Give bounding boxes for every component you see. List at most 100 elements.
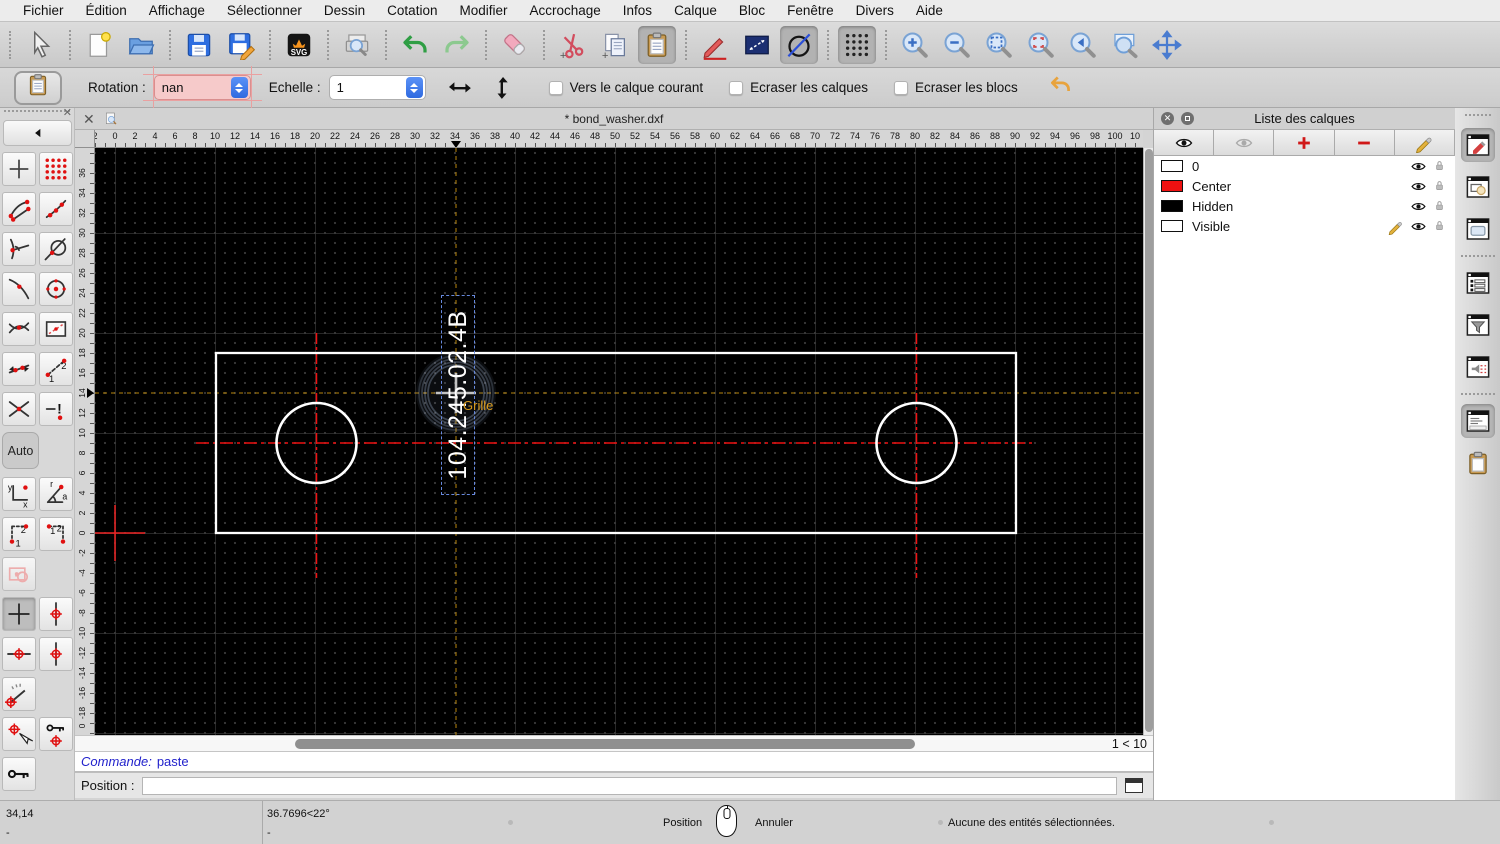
options-undo-button[interactable] (1048, 72, 1074, 103)
print-preview-button[interactable] (338, 26, 376, 64)
scrollbar-thumb[interactable] (1145, 149, 1153, 732)
snap-middle-button[interactable] (2, 272, 36, 306)
menu-divers[interactable]: Divers (845, 0, 905, 22)
crosshair-horizontal-button[interactable] (2, 637, 36, 671)
new-file-button[interactable] (80, 26, 118, 64)
snap-endpoint-button[interactable] (2, 192, 36, 226)
snap-reference-box-button[interactable] (39, 312, 73, 346)
move-reference-button[interactable] (2, 717, 36, 751)
dock-block-items-button[interactable] (1461, 266, 1495, 300)
snap-perpendicular-button[interactable] (2, 232, 36, 266)
snap-distance-button[interactable]: 12 (39, 352, 73, 386)
menu-affichage[interactable]: Affichage (138, 0, 216, 22)
paste-options-button[interactable] (14, 70, 62, 105)
menu-cotation[interactable]: Cotation (376, 0, 448, 22)
flip-horizontal-button[interactable] (442, 71, 478, 105)
open-file-button[interactable] (122, 26, 160, 64)
pasted-text-entity[interactable]: 104.245.02.4B (441, 295, 475, 495)
layer-row-center[interactable]: Center (1154, 176, 1455, 196)
edit-pencil-icon[interactable] (1387, 218, 1404, 235)
scale-combobox[interactable] (328, 75, 426, 100)
zoom-auto-button[interactable] (980, 26, 1018, 64)
layer-lock-icon[interactable] (1433, 218, 1447, 234)
crosshair-full-button[interactable] (39, 597, 73, 631)
save-file-button[interactable] (180, 26, 218, 64)
coords-cartesian-button[interactable]: yx (2, 477, 36, 511)
snap-tangent-button[interactable] (39, 232, 73, 266)
drawing-canvas[interactable]: 104.245.02.4B Grille (95, 148, 1143, 735)
menu-bloc[interactable]: Bloc (728, 0, 776, 22)
zoom-redraw-button[interactable] (1022, 26, 1060, 64)
rotation-combobox[interactable] (142, 66, 262, 109)
snap-auto-button[interactable]: Auto (2, 432, 39, 469)
zoom-window-button[interactable] (1106, 26, 1144, 64)
layer-visibility-icon[interactable] (1410, 218, 1427, 235)
crosshair-vertical-button[interactable] (39, 637, 73, 671)
dock-library-button[interactable] (1461, 212, 1495, 246)
flip-vertical-button[interactable] (484, 71, 520, 105)
layer-lock-icon[interactable] (1433, 198, 1447, 214)
layer-row-0[interactable]: 0 (1154, 156, 1455, 176)
layer-row-visible[interactable]: Visible (1154, 216, 1455, 236)
coords-polar-button[interactable]: ra (39, 477, 73, 511)
dock-hatch-button[interactable] (1461, 350, 1495, 384)
layer-visibility-icon[interactable] (1410, 158, 1427, 175)
remove-layer-button[interactable] (1335, 130, 1395, 155)
draw-pencil-button[interactable] (696, 26, 734, 64)
show-all-layers-button[interactable] (1154, 130, 1215, 155)
selection-preview-button[interactable] (2, 557, 36, 591)
horizontal-scrollbar[interactable]: 1 < 10 (75, 735, 1153, 752)
layer-lock-icon[interactable] (1433, 158, 1447, 174)
measure-distance-button[interactable] (738, 26, 776, 64)
menu-edition[interactable]: Édition (75, 0, 138, 22)
export-svg-button[interactable]: SVG (280, 26, 318, 64)
corner-snap-2-button[interactable]: 12 (39, 517, 73, 551)
scrollbar-thumb[interactable] (295, 739, 915, 749)
layer-row-hidden[interactable]: Hidden (1154, 196, 1455, 216)
collapse-palette-button[interactable] (3, 120, 72, 146)
dock-blocks-button[interactable] (1461, 170, 1495, 204)
dock-layers-button[interactable] (1460, 128, 1495, 162)
restrict-directions-button[interactable] (2, 352, 36, 386)
checkbox-icon[interactable] (729, 80, 744, 95)
layer-visibility-icon[interactable] (1410, 178, 1427, 195)
grid-toggle-button[interactable] (838, 25, 876, 64)
menu-infos[interactable]: Infos (612, 0, 663, 22)
layer-visibility-icon[interactable] (1410, 198, 1427, 215)
checkbox-ecraser-les-calques[interactable]: Ecraser les calques (729, 80, 868, 95)
menu-aide[interactable]: Aide (905, 0, 954, 22)
save-file-as-button[interactable] (222, 26, 260, 64)
menu-fenetre[interactable]: Fenêtre (776, 0, 845, 22)
menu-selectionner[interactable]: Sélectionner (216, 0, 313, 22)
add-layer-button[interactable] (1274, 130, 1335, 155)
dock-command-button[interactable] (1460, 404, 1495, 438)
hide-all-layers-button[interactable] (1214, 130, 1275, 155)
palette-drag-handle[interactable]: ✕ (4, 107, 72, 119)
menu-calque[interactable]: Calque (663, 0, 728, 22)
copy-button[interactable]: + (596, 26, 634, 64)
rotation-input[interactable] (154, 80, 231, 95)
paste-button[interactable] (638, 25, 676, 64)
corner-snap-1-button[interactable]: 12 (2, 517, 36, 551)
vertical-scrollbar[interactable] (1143, 148, 1153, 735)
dock-filter-button[interactable] (1461, 308, 1495, 342)
restrict-nothing-button[interactable]: ! (39, 392, 73, 426)
angle-gauge-button[interactable] (2, 677, 36, 711)
menu-fichier[interactable]: Fichier (12, 0, 75, 22)
cross-intersection-button[interactable] (2, 392, 36, 426)
command-line[interactable]: Commande: paste (75, 752, 1153, 772)
layer-lock-icon[interactable] (1433, 178, 1447, 194)
snap-on-entity-button[interactable] (39, 192, 73, 226)
checkbox-vers-le-calque-courant[interactable]: Vers le calque courant (548, 80, 703, 95)
cut-button[interactable]: + (554, 26, 592, 64)
menu-accrochage[interactable]: Accrochage (518, 0, 611, 22)
dock-window-icon[interactable] (1125, 778, 1144, 793)
position-input[interactable] (142, 776, 1118, 795)
lock-reference-button[interactable] (39, 717, 73, 751)
dock-clipboard-button[interactable] (1461, 446, 1495, 480)
crosshair-plain-button[interactable] (2, 597, 36, 631)
key-lock-button[interactable] (2, 757, 36, 791)
select-cursor-button[interactable] (22, 26, 60, 64)
checkbox-ecraser-les-blocs[interactable]: Ecraser les blocs (893, 80, 1018, 95)
checkbox-icon[interactable] (893, 80, 908, 95)
